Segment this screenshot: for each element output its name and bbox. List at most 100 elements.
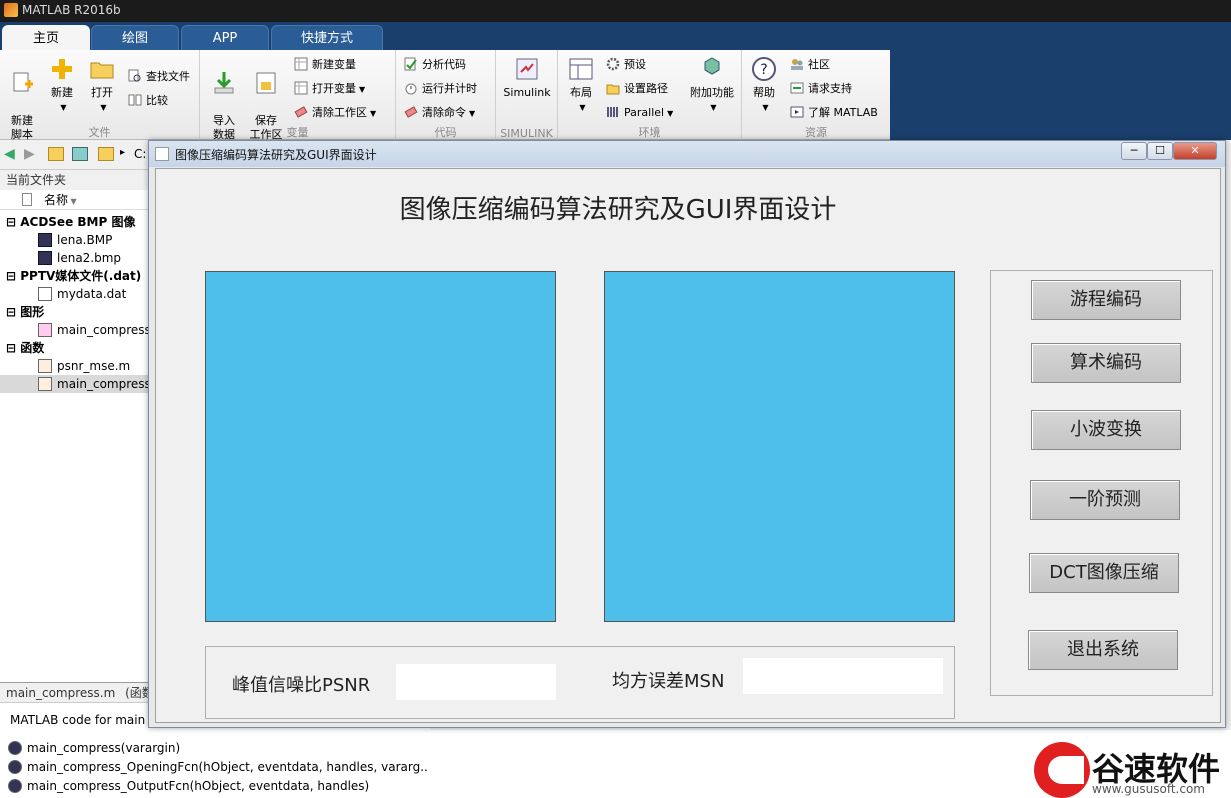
- mse-value-field[interactable]: [743, 658, 943, 694]
- group-label-environment: 环境: [638, 126, 661, 139]
- open-label: 打开: [91, 86, 113, 99]
- ribbon-empty-area: [890, 50, 1231, 140]
- set-path-icon: [606, 84, 620, 95]
- simulink-button[interactable]: Simulink: [502, 56, 552, 100]
- list-item[interactable]: mydata.dat: [0, 285, 150, 303]
- page-title: 图像压缩编码算法研究及GUI界面设计: [399, 195, 837, 225]
- list-item[interactable]: main_compress: [0, 375, 150, 393]
- bmp-file-icon: [38, 233, 52, 247]
- exit-system-button[interactable]: 退出系统: [1028, 630, 1178, 670]
- request-support-icon: [790, 82, 804, 94]
- browse-folder-icon[interactable]: [72, 147, 88, 161]
- brand-watermark: 谷速软件 www.gususoft.com: [1030, 742, 1231, 798]
- dropdown-arrow-icon: ▼: [60, 103, 67, 112]
- list-item[interactable]: main_compress_OpeningFcn(hObject, eventd…: [8, 758, 428, 776]
- tab-home[interactable]: 主页: [2, 25, 90, 50]
- list-item[interactable]: psnr_mse.m: [0, 357, 150, 375]
- forward-arrow-icon[interactable]: ▶: [24, 146, 35, 162]
- parallel-icon: [607, 107, 618, 117]
- file-name: lena.BMP: [57, 233, 113, 247]
- tree-group-figure[interactable]: ⊟ 图形: [0, 303, 150, 321]
- list-item[interactable]: main_compress_OutputFcn(hObject, eventda…: [8, 777, 428, 795]
- new-button[interactable]: 新建 ▼: [44, 56, 80, 115]
- community-button[interactable]: 社区: [790, 56, 830, 74]
- file-column-icon: [22, 193, 32, 206]
- clear-workspace-button[interactable]: 清除工作区 ▼: [294, 104, 376, 122]
- gui-window-title: 图像压缩编码算法研究及GUI界面设计: [175, 148, 377, 162]
- arithmetic-encoding-button[interactable]: 算术编码: [1031, 343, 1181, 383]
- plus-icon: [52, 59, 72, 79]
- preferences-button[interactable]: 预设: [606, 56, 646, 74]
- tree-group-function[interactable]: ⊟ 函数: [0, 339, 150, 357]
- ribbon-group-file: 新建 脚本 新建 ▼ 打开 ▼ 查找文件 比较 文件: [0, 50, 200, 141]
- group-label-file: 文件: [88, 126, 111, 139]
- run-and-time-label: 运行并计时: [422, 82, 477, 95]
- dropdown-arrow-icon: ▼: [667, 109, 674, 118]
- import-icon: [214, 72, 234, 94]
- group-label-resources: 资源: [805, 126, 827, 139]
- dct-compression-button[interactable]: DCT图像压缩: [1029, 553, 1179, 593]
- function-icon: [8, 741, 22, 755]
- simulink-label: Simulink: [503, 86, 551, 99]
- wavelet-transform-button[interactable]: 小波变换: [1031, 410, 1181, 450]
- help-icon: ?: [752, 57, 776, 81]
- new-variable-button[interactable]: 新建变量: [294, 56, 356, 74]
- address-path[interactable]: C:: [134, 147, 146, 161]
- ribbon-group-environment: 布局 ▼ 预设 设置路径 Parallel ▼ 附加功能 ▼ 环境: [558, 50, 742, 140]
- back-arrow-icon[interactable]: ◀: [4, 146, 15, 162]
- find-files-button[interactable]: 查找文件: [128, 68, 190, 86]
- close-button[interactable]: ✕: [1173, 142, 1217, 160]
- open-button[interactable]: 打开 ▼: [84, 56, 120, 115]
- help-button[interactable]: ? 帮助 ▼: [748, 56, 780, 115]
- list-item[interactable]: lena2.bmp: [0, 249, 150, 267]
- layout-button[interactable]: 布局 ▼: [564, 56, 598, 115]
- mse-label: 均方误差MSN: [612, 671, 725, 692]
- ribbon-group-simulink: Simulink SIMULINK: [496, 50, 558, 140]
- dropdown-arrow-icon: ▼: [469, 109, 476, 118]
- set-path-button[interactable]: 设置路径: [606, 80, 668, 98]
- up-folder-icon[interactable]: [48, 147, 64, 161]
- app-title: MATLAB R2016b: [22, 3, 121, 17]
- tab-plots[interactable]: 绘图: [91, 25, 179, 50]
- maximize-button[interactable]: ☐: [1147, 142, 1173, 160]
- find-files-label: 查找文件: [146, 70, 190, 83]
- function-icon: [8, 760, 22, 774]
- new-label: 新建: [51, 86, 73, 99]
- m-file-icon: [38, 359, 52, 373]
- run-and-time-button[interactable]: 运行并计时: [404, 80, 477, 98]
- learn-matlab-button[interactable]: 了解 MATLAB: [790, 104, 878, 122]
- group-label-code: 代码: [434, 126, 457, 139]
- tree-group-label: 图形: [20, 305, 45, 319]
- tab-apps[interactable]: APP: [181, 25, 269, 50]
- list-item[interactable]: main_compress: [0, 321, 150, 339]
- parallel-button[interactable]: Parallel ▼: [606, 104, 673, 122]
- learn-matlab-label: 了解 MATLAB: [808, 106, 878, 119]
- tree-group-bmp[interactable]: ⊟ ACDSee BMP 图像: [0, 213, 150, 231]
- tree-group-dat[interactable]: ⊟ PPTV媒体文件(.dat): [0, 267, 150, 285]
- file-name: main_compress: [57, 377, 150, 391]
- list-item[interactable]: lena.BMP: [0, 231, 150, 249]
- original-image-axes[interactable]: [205, 271, 556, 622]
- eraser-icon: [294, 106, 308, 118]
- psnr-value-field[interactable]: [396, 664, 556, 700]
- ribbon-tabbar: 主页 绘图 APP 快捷方式: [0, 22, 1231, 50]
- compare-button[interactable]: 比较: [128, 92, 168, 110]
- minimize-icon: ─: [1130, 144, 1138, 157]
- minimize-button[interactable]: ─: [1121, 142, 1147, 160]
- name-column-header[interactable]: 名称 ▼: [44, 190, 77, 212]
- analyze-code-button[interactable]: 分析代码: [404, 56, 466, 74]
- add-ons-button[interactable]: 附加功能 ▼: [688, 56, 736, 115]
- first-order-prediction-button[interactable]: 一阶预测: [1030, 480, 1180, 520]
- simulink-icon: [516, 58, 538, 80]
- tab-shortcuts[interactable]: 快捷方式: [271, 25, 383, 50]
- parallel-label: Parallel: [624, 106, 665, 119]
- request-support-button[interactable]: 请求支持: [790, 80, 852, 98]
- open-variable-button[interactable]: 打开变量 ▼: [294, 80, 365, 98]
- gui-window: 图像压缩编码算法研究及GUI界面设计 ─ ☐ ✕ 图像压缩编码算法研究及GUI界…: [148, 140, 1226, 728]
- request-support-label: 请求支持: [808, 82, 852, 95]
- list-item[interactable]: main_compress(varargin): [8, 739, 428, 757]
- clear-commands-button[interactable]: 清除命令 ▼: [404, 104, 475, 122]
- run-length-encoding-button[interactable]: 游程编码: [1031, 280, 1181, 320]
- processed-image-axes[interactable]: [604, 271, 955, 622]
- group-label-simulink: SIMULINK: [500, 127, 553, 140]
